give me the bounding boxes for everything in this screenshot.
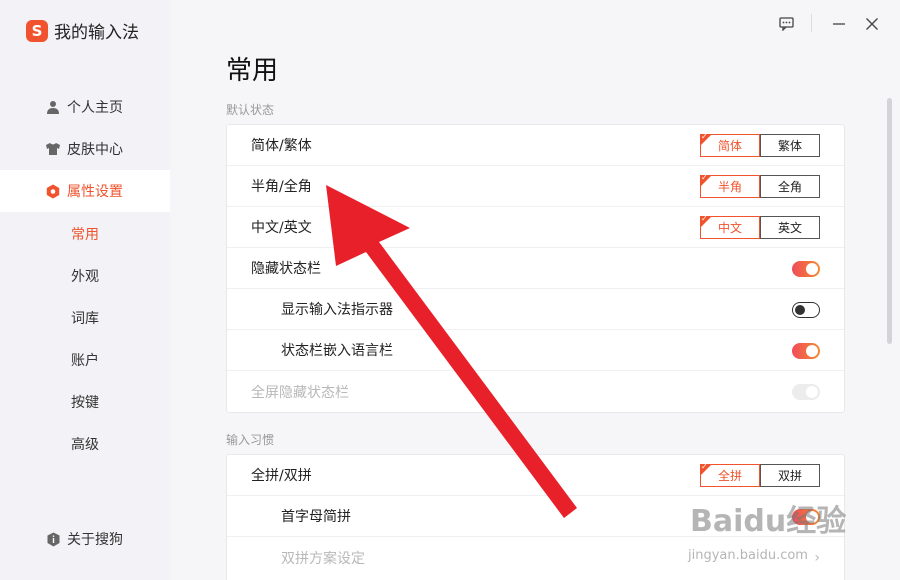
setting-row-fullscreen-hide-statusbar: 全屏隐藏状态栏: [227, 371, 844, 412]
option-shuangpin[interactable]: 双拼: [760, 464, 820, 487]
setting-label: 简体/繁体: [251, 138, 312, 154]
option-simplified[interactable]: 简体: [700, 132, 760, 157]
scrollbar[interactable]: [887, 98, 892, 344]
option-fullpinyin[interactable]: 全拼: [700, 462, 760, 487]
simplified-traditional-toggle: 简体 繁体: [700, 132, 820, 157]
chinese-english-toggle: 中文 英文: [700, 214, 820, 239]
setting-label: 显示输入法指示器: [281, 302, 393, 318]
sidebar-item-label: 个人主页: [67, 100, 123, 116]
setting-row-chinese-english: 中文/英文 中文 英文: [227, 207, 844, 248]
halfwidth-fullwidth-toggle: 半角 全角: [700, 173, 820, 198]
app-brand: S 我的输入法: [26, 18, 139, 43]
option-halfwidth[interactable]: 半角: [700, 173, 760, 198]
setting-row-simplified-traditional: 简体/繁体 简体 繁体: [227, 125, 844, 166]
chevron-right-icon: ›: [814, 549, 820, 566]
user-icon: [45, 99, 61, 115]
setting-row-embed-language-bar: 状态栏嵌入语言栏: [227, 330, 844, 371]
setting-row-halfwidth-fullwidth: 半角/全角 半角 全角: [227, 166, 844, 207]
sidebar-sub-appearance[interactable]: 外观: [71, 266, 99, 286]
minimize-icon[interactable]: [829, 14, 849, 34]
info-shield-icon: [45, 531, 61, 547]
sidebar: S 我的输入法 个人主页 皮肤中心 属性设置 常用 外观 词库 账户 按键 高级…: [0, 0, 170, 580]
show-indicator-switch[interactable]: [792, 302, 820, 318]
setting-row-show-indicator: 显示输入法指示器: [227, 289, 844, 330]
window-controls-divider: [811, 14, 812, 32]
switch-knob: [806, 345, 818, 357]
shirt-icon: [45, 141, 61, 157]
option-english[interactable]: 英文: [760, 216, 820, 239]
setting-label: 中文/英文: [251, 220, 312, 236]
settings-card-default-state: 简体/繁体 简体 繁体 半角/全角 半角 全角 中文/英文 中文 英文 隐藏状态…: [226, 124, 845, 413]
about-sogou-link[interactable]: 关于搜狗: [0, 527, 170, 551]
setting-row-hide-statusbar: 隐藏状态栏: [227, 248, 844, 289]
sidebar-sub-common[interactable]: 常用: [71, 224, 99, 244]
sogou-logo-icon: S: [26, 19, 48, 42]
baidu-watermark: Baidu经验: [690, 504, 847, 539]
app-title: 我的输入法: [54, 23, 139, 43]
close-icon[interactable]: [862, 14, 882, 34]
option-fullwidth[interactable]: 全角: [760, 175, 820, 198]
setting-label: 首字母简拼: [281, 509, 351, 525]
baidu-watermark-url: jingyan.baidu.com: [688, 548, 808, 563]
hide-statusbar-switch[interactable]: [792, 261, 820, 277]
switch-knob: [806, 263, 818, 275]
sidebar-sub-keys[interactable]: 按键: [71, 392, 99, 412]
hexagon-icon: [45, 183, 61, 199]
option-traditional[interactable]: 繁体: [760, 134, 820, 157]
setting-label: 全屏隐藏状态栏: [251, 384, 349, 401]
setting-label: 半角/全角: [251, 179, 312, 195]
fullscreen-hide-statusbar-switch: [792, 384, 820, 400]
page-title: 常用: [226, 56, 279, 86]
sidebar-item-profile[interactable]: 个人主页: [0, 86, 170, 128]
sidebar-item-skins[interactable]: 皮肤中心: [0, 128, 170, 170]
sidebar-item-settings[interactable]: 属性设置: [0, 170, 170, 212]
embed-language-bar-switch[interactable]: [792, 343, 820, 359]
setting-label: 全拼/双拼: [251, 468, 312, 484]
section-label-input-habits: 输入习惯: [226, 433, 275, 447]
feedback-icon[interactable]: [776, 14, 796, 34]
sidebar-sub-account[interactable]: 账户: [71, 350, 99, 370]
switch-knob: [806, 386, 818, 398]
setting-row-fullpinyin-shuangpin: 全拼/双拼 全拼 双拼: [227, 455, 844, 496]
fullpinyin-shuangpin-toggle: 全拼 双拼: [700, 462, 820, 487]
switch-knob: [795, 304, 805, 315]
sidebar-sub-dictionary[interactable]: 词库: [71, 308, 99, 328]
option-chinese[interactable]: 中文: [700, 214, 760, 239]
setting-label: 状态栏嵌入语言栏: [281, 343, 393, 359]
section-label-default-state: 默认状态: [226, 103, 275, 117]
sidebar-item-label: 皮肤中心: [67, 142, 123, 158]
setting-label: 双拼方案设定: [281, 550, 365, 567]
about-label: 关于搜狗: [67, 532, 123, 548]
sidebar-sub-advanced[interactable]: 高级: [71, 434, 99, 454]
sidebar-item-label: 属性设置: [67, 184, 123, 200]
setting-label: 隐藏状态栏: [251, 261, 321, 277]
